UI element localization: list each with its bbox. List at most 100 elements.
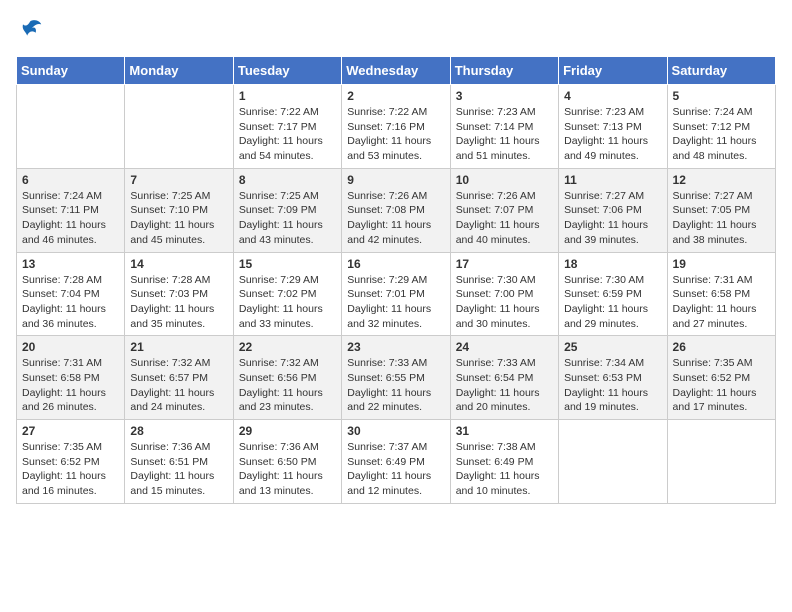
day-number: 21: [130, 340, 227, 354]
table-row: 17 Sunrise: 7:30 AM Sunset: 7:00 PM Dayli…: [450, 252, 558, 336]
calendar-week-row: 27Sunrise: 7:35 AM Sunset: 6:52 PM Dayli…: [17, 420, 776, 504]
calendar-header-row: Sunday Monday Tuesday Wednesday Thursday…: [17, 57, 776, 85]
day-info: Sunrise: 7:28 AM Sunset: 7:04 PM Dayligh…: [22, 273, 119, 332]
table-row: 23Sunrise: 7:33 AM Sunset: 6:55 PM Dayli…: [342, 336, 450, 420]
day-number: 26: [673, 340, 770, 354]
day-info: Sunrise: 7:31 AM Sunset: 6:58 PM Dayligh…: [673, 273, 770, 332]
table-row: 29 Sunrise: 7:36 AM Sunset: 6:50 PM Dayli…: [233, 420, 341, 504]
table-row: 15 Sunrise: 7:29 AM Sunset: 7:02 PM Dayli…: [233, 252, 341, 336]
col-friday: Friday: [559, 57, 667, 85]
table-row: 3 Sunrise: 7:23 AM Sunset: 7:14 PM Daylig…: [450, 85, 558, 169]
day-info: Sunrise: 7:29 AM Sunset: 7:02 PM Dayligh…: [239, 273, 336, 332]
col-sunday: Sunday: [17, 57, 125, 85]
table-row: 4Sunrise: 7:23 AM Sunset: 7:13 PM Daylig…: [559, 85, 667, 169]
table-row: 10Sunrise: 7:26 AM Sunset: 7:07 PM Dayli…: [450, 168, 558, 252]
table-row: 24 Sunrise: 7:33 AM Sunset: 6:54 PM Dayli…: [450, 336, 558, 420]
day-number: 12: [673, 173, 770, 187]
day-number: 14: [130, 257, 227, 271]
table-row: [559, 420, 667, 504]
table-row: 20 Sunrise: 7:31 AM Sunset: 6:58 PM Dayli…: [17, 336, 125, 420]
day-number: 6: [22, 173, 119, 187]
table-row: 5 Sunrise: 7:24 AM Sunset: 7:12 PM Daylig…: [667, 85, 775, 169]
day-info: Sunrise: 7:38 AM Sunset: 6:49 PM Dayligh…: [456, 440, 553, 499]
table-row: 2 Sunrise: 7:22 AM Sunset: 7:16 PM Daylig…: [342, 85, 450, 169]
day-number: 20: [22, 340, 119, 354]
calendar-week-row: 6 Sunrise: 7:24 AM Sunset: 7:11 PM Daylig…: [17, 168, 776, 252]
table-row: 6 Sunrise: 7:24 AM Sunset: 7:11 PM Daylig…: [17, 168, 125, 252]
day-info: Sunrise: 7:22 AM Sunset: 7:16 PM Dayligh…: [347, 105, 444, 164]
day-info: Sunrise: 7:31 AM Sunset: 6:58 PM Dayligh…: [22, 356, 119, 415]
table-row: 13 Sunrise: 7:28 AM Sunset: 7:04 PM Dayli…: [17, 252, 125, 336]
day-info: Sunrise: 7:36 AM Sunset: 6:51 PM Dayligh…: [130, 440, 227, 499]
col-monday: Monday: [125, 57, 233, 85]
page-header: [16, 16, 776, 44]
col-saturday: Saturday: [667, 57, 775, 85]
day-info: Sunrise: 7:23 AM Sunset: 7:14 PM Dayligh…: [456, 105, 553, 164]
day-info: Sunrise: 7:27 AM Sunset: 7:05 PM Dayligh…: [673, 189, 770, 248]
day-number: 9: [347, 173, 444, 187]
day-number: 29: [239, 424, 336, 438]
day-number: 1: [239, 89, 336, 103]
day-info: Sunrise: 7:28 AM Sunset: 7:03 PM Dayligh…: [130, 273, 227, 332]
day-number: 17: [456, 257, 553, 271]
col-thursday: Thursday: [450, 57, 558, 85]
day-info: Sunrise: 7:36 AM Sunset: 6:50 PM Dayligh…: [239, 440, 336, 499]
day-number: 24: [456, 340, 553, 354]
day-info: Sunrise: 7:29 AM Sunset: 7:01 PM Dayligh…: [347, 273, 444, 332]
day-number: 25: [564, 340, 661, 354]
table-row: 22Sunrise: 7:32 AM Sunset: 6:56 PM Dayli…: [233, 336, 341, 420]
day-info: Sunrise: 7:26 AM Sunset: 7:07 PM Dayligh…: [456, 189, 553, 248]
table-row: 16 Sunrise: 7:29 AM Sunset: 7:01 PM Dayli…: [342, 252, 450, 336]
day-number: 4: [564, 89, 661, 103]
logo: [16, 16, 48, 44]
table-row: 8 Sunrise: 7:25 AM Sunset: 7:09 PM Daylig…: [233, 168, 341, 252]
table-row: 7Sunrise: 7:25 AM Sunset: 7:10 PM Daylig…: [125, 168, 233, 252]
table-row: 19 Sunrise: 7:31 AM Sunset: 6:58 PM Dayli…: [667, 252, 775, 336]
table-row: 30 Sunrise: 7:37 AM Sunset: 6:49 PM Dayli…: [342, 420, 450, 504]
day-number: 5: [673, 89, 770, 103]
table-row: 12 Sunrise: 7:27 AM Sunset: 7:05 PM Dayli…: [667, 168, 775, 252]
table-row: 9 Sunrise: 7:26 AM Sunset: 7:08 PM Daylig…: [342, 168, 450, 252]
day-info: Sunrise: 7:25 AM Sunset: 7:09 PM Dayligh…: [239, 189, 336, 248]
day-info: Sunrise: 7:35 AM Sunset: 6:52 PM Dayligh…: [673, 356, 770, 415]
day-number: 3: [456, 89, 553, 103]
day-info: Sunrise: 7:32 AM Sunset: 6:56 PM Dayligh…: [239, 356, 336, 415]
day-info: Sunrise: 7:27 AM Sunset: 7:06 PM Dayligh…: [564, 189, 661, 248]
calendar-week-row: 13 Sunrise: 7:28 AM Sunset: 7:04 PM Dayli…: [17, 252, 776, 336]
day-info: Sunrise: 7:22 AM Sunset: 7:17 PM Dayligh…: [239, 105, 336, 164]
day-info: Sunrise: 7:30 AM Sunset: 7:00 PM Dayligh…: [456, 273, 553, 332]
col-wednesday: Wednesday: [342, 57, 450, 85]
day-number: 8: [239, 173, 336, 187]
table-row: 27Sunrise: 7:35 AM Sunset: 6:52 PM Dayli…: [17, 420, 125, 504]
table-row: [125, 85, 233, 169]
table-row: 11 Sunrise: 7:27 AM Sunset: 7:06 PM Dayli…: [559, 168, 667, 252]
day-number: 13: [22, 257, 119, 271]
day-info: Sunrise: 7:24 AM Sunset: 7:11 PM Dayligh…: [22, 189, 119, 248]
day-number: 31: [456, 424, 553, 438]
day-info: Sunrise: 7:24 AM Sunset: 7:12 PM Dayligh…: [673, 105, 770, 164]
day-info: Sunrise: 7:35 AM Sunset: 6:52 PM Dayligh…: [22, 440, 119, 499]
day-number: 16: [347, 257, 444, 271]
logo-bird-icon: [16, 16, 44, 44]
calendar-table: Sunday Monday Tuesday Wednesday Thursday…: [16, 56, 776, 504]
table-row: 18 Sunrise: 7:30 AM Sunset: 6:59 PM Dayli…: [559, 252, 667, 336]
day-number: 15: [239, 257, 336, 271]
calendar-week-row: 1 Sunrise: 7:22 AM Sunset: 7:17 PM Daylig…: [17, 85, 776, 169]
day-info: Sunrise: 7:34 AM Sunset: 6:53 PM Dayligh…: [564, 356, 661, 415]
day-number: 18: [564, 257, 661, 271]
day-info: Sunrise: 7:33 AM Sunset: 6:54 PM Dayligh…: [456, 356, 553, 415]
day-info: Sunrise: 7:30 AM Sunset: 6:59 PM Dayligh…: [564, 273, 661, 332]
day-info: Sunrise: 7:25 AM Sunset: 7:10 PM Dayligh…: [130, 189, 227, 248]
day-number: 11: [564, 173, 661, 187]
table-row: 14 Sunrise: 7:28 AM Sunset: 7:03 PM Dayli…: [125, 252, 233, 336]
day-number: 19: [673, 257, 770, 271]
table-row: [17, 85, 125, 169]
day-number: 28: [130, 424, 227, 438]
table-row: [667, 420, 775, 504]
table-row: 21Sunrise: 7:32 AM Sunset: 6:57 PM Dayli…: [125, 336, 233, 420]
day-info: Sunrise: 7:26 AM Sunset: 7:08 PM Dayligh…: [347, 189, 444, 248]
day-number: 2: [347, 89, 444, 103]
col-tuesday: Tuesday: [233, 57, 341, 85]
day-info: Sunrise: 7:37 AM Sunset: 6:49 PM Dayligh…: [347, 440, 444, 499]
day-number: 30: [347, 424, 444, 438]
